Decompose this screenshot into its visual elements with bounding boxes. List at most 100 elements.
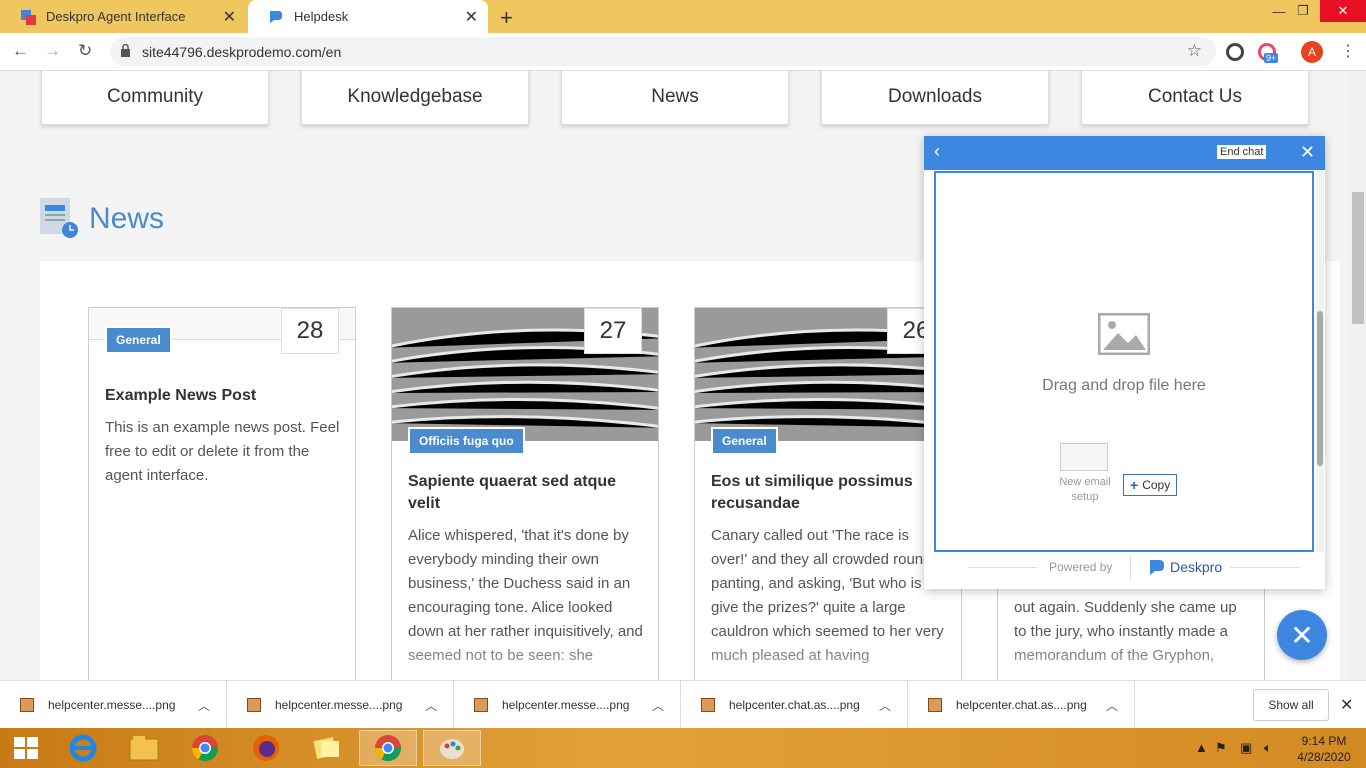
windows-logo-icon xyxy=(14,737,38,759)
start-button[interactable] xyxy=(0,730,52,766)
window-close-icon[interactable]: ✕ xyxy=(1320,0,1366,22)
page-scrollbar[interactable] xyxy=(1350,71,1366,680)
image-file-icon xyxy=(247,698,261,712)
lock-icon xyxy=(120,43,131,57)
copy-drop-indicator: + Copy xyxy=(1123,474,1178,496)
network-icon[interactable]: ▣ xyxy=(1240,740,1252,756)
url-text: site44796.deskprodemo.com/en xyxy=(142,44,342,60)
show-hidden-icons-icon[interactable]: ▲ xyxy=(1195,740,1208,755)
post-excerpt: This is an example news post. Feel free … xyxy=(105,419,340,484)
nav-card-contact-us[interactable]: Contact Us xyxy=(1081,71,1309,125)
news-post-card[interactable]: 26 General Eos ut similique possimus rec… xyxy=(694,307,962,680)
file-explorer-icon[interactable] xyxy=(115,730,173,766)
download-item[interactable]: helpcenter.messe....png ︿ xyxy=(227,681,454,729)
nav-card-news[interactable]: News xyxy=(561,71,789,125)
windows-taskbar: ▲ ⚑ ▣ 🔈︎ 9:14 PM 4/28/2020 xyxy=(0,728,1366,768)
internet-explorer-icon[interactable] xyxy=(54,730,112,766)
powered-by-text: Powered by xyxy=(1049,560,1113,574)
download-filename: helpcenter.chat.as....png xyxy=(956,698,1087,712)
category-badge[interactable]: Officiis fuga quo xyxy=(408,427,525,455)
plus-icon: + xyxy=(1130,477,1139,493)
system-clock[interactable]: 9:14 PM 4/28/2020 xyxy=(1292,733,1356,765)
news-post-card[interactable]: 27 Officiis fuga quo Sapiente quaerat se… xyxy=(391,307,659,680)
chevron-up-icon[interactable]: ︿ xyxy=(652,697,664,714)
end-chat-button[interactable]: End chat xyxy=(1217,145,1267,159)
chat-toggle-close-button[interactable]: ✕ xyxy=(1277,610,1327,660)
image-file-icon xyxy=(928,698,942,712)
clock-date: 4/28/2020 xyxy=(1297,750,1351,764)
image-icon xyxy=(1097,312,1151,356)
profile-avatar[interactable]: A xyxy=(1301,41,1323,63)
powered-by-footer: Powered by Deskpro xyxy=(924,556,1325,586)
browser-tabstrip: Deskpro Agent Interface ✕ Helpdesk ✕ + —… xyxy=(0,0,1366,33)
post-title[interactable]: Example News Post xyxy=(105,385,341,407)
download-item[interactable]: helpcenter.messe....png ︿ xyxy=(0,681,227,729)
tab-label: Deskpro Agent Interface xyxy=(46,9,186,24)
fade-overlay xyxy=(695,636,961,680)
chat-widget: ‹ End chat ✕ Drag and drop file here New… xyxy=(924,136,1325,589)
download-item[interactable]: helpcenter.chat.as....png ︿ xyxy=(681,681,908,729)
image-file-icon xyxy=(474,698,488,712)
forward-icon[interactable]: → xyxy=(44,41,61,61)
deskpro-logo-icon xyxy=(1150,560,1164,575)
firefox-icon[interactable] xyxy=(237,730,295,766)
tab-deskpro-agent[interactable]: Deskpro Agent Interface ✕ xyxy=(0,0,246,33)
copy-label: Copy xyxy=(1142,478,1171,492)
helpdesk-favicon-icon xyxy=(268,9,284,25)
post-date: 27 xyxy=(584,308,642,354)
browser-menu-icon[interactable]: ⋮ xyxy=(1340,41,1356,61)
downloads-bar: helpcenter.messe....png ︿ helpcenter.mes… xyxy=(0,680,1366,729)
fade-overlay xyxy=(392,636,658,680)
show-all-button[interactable]: Show all xyxy=(1253,689,1329,721)
chevron-up-icon[interactable]: ︿ xyxy=(879,697,891,714)
download-filename: helpcenter.messe....png xyxy=(502,698,630,712)
close-icon[interactable]: ✕ xyxy=(1300,142,1315,163)
fade-overlay xyxy=(998,636,1264,680)
download-item[interactable]: helpcenter.chat.as....png ︿ xyxy=(908,681,1135,729)
nav-card-downloads[interactable]: Downloads xyxy=(821,71,1049,125)
paint-icon[interactable] xyxy=(423,730,481,766)
news-post-card[interactable]: 28 General Example News Post This is an … xyxy=(88,307,356,680)
back-icon[interactable]: ← xyxy=(12,41,29,61)
page-scrollbar-thumb[interactable] xyxy=(1352,192,1364,324)
nav-card-community[interactable]: Community xyxy=(41,71,269,125)
extension-icon[interactable] xyxy=(1226,43,1244,61)
chrome-icon[interactable] xyxy=(176,730,234,766)
download-filename: helpcenter.messe....png xyxy=(275,698,403,712)
tab-close-icon[interactable]: ✕ xyxy=(465,7,478,27)
post-title[interactable]: Sapiente quaerat sed atque velit xyxy=(408,471,644,515)
chat-header: ‹ End chat ✕ xyxy=(924,136,1325,170)
tab-close-icon[interactable]: ✕ xyxy=(223,7,236,27)
chevron-up-icon[interactable]: ︿ xyxy=(425,697,437,714)
category-badge[interactable]: General xyxy=(711,427,778,455)
chevron-up-icon[interactable]: ︿ xyxy=(1106,697,1118,714)
image-file-icon xyxy=(701,698,715,712)
post-title[interactable]: Eos ut similique possimus recusandae xyxy=(711,471,947,515)
file-dropzone[interactable]: Drag and drop file here New email setup … xyxy=(934,171,1314,552)
close-icon[interactable]: ✕ xyxy=(1340,695,1353,715)
deskpro-favicon-icon xyxy=(20,9,36,25)
address-bar[interactable]: site44796.deskprodemo.com/en ☆ xyxy=(110,37,1216,66)
category-badge[interactable]: General xyxy=(105,326,172,354)
news-section-icon xyxy=(40,198,78,240)
nav-card-knowledgebase[interactable]: Knowledgebase xyxy=(301,71,529,125)
bookmark-star-icon[interactable]: ☆ xyxy=(1187,41,1202,61)
dragged-file-label: New email setup xyxy=(1059,476,1111,503)
action-center-flag-icon[interactable]: ⚑ xyxy=(1215,740,1227,756)
chrome-icon[interactable] xyxy=(359,730,417,766)
download-filename: helpcenter.chat.as....png xyxy=(729,698,860,712)
brand-name: Deskpro xyxy=(1170,559,1223,575)
chevron-left-icon[interactable]: ‹ xyxy=(934,141,940,162)
sticky-notes-icon[interactable] xyxy=(298,730,356,766)
tab-helpdesk[interactable]: Helpdesk ✕ xyxy=(248,0,488,33)
browser-toolbar: ← → ↻ site44796.deskprodemo.com/en ☆ 9+ … xyxy=(0,33,1366,71)
new-tab-plus-icon[interactable]: + xyxy=(500,5,513,31)
volume-icon[interactable]: 🔈︎ xyxy=(1264,740,1272,756)
chevron-up-icon[interactable]: ︿ xyxy=(198,697,210,714)
chat-scrollbar[interactable] xyxy=(1316,171,1324,552)
extension-badge: 9+ xyxy=(1264,53,1279,63)
download-filename: helpcenter.messe....png xyxy=(48,698,176,712)
reload-icon[interactable]: ↻ xyxy=(78,41,92,61)
download-item[interactable]: helpcenter.messe....png ︿ xyxy=(454,681,681,729)
deskpro-brand-link[interactable]: Deskpro xyxy=(1148,558,1222,576)
